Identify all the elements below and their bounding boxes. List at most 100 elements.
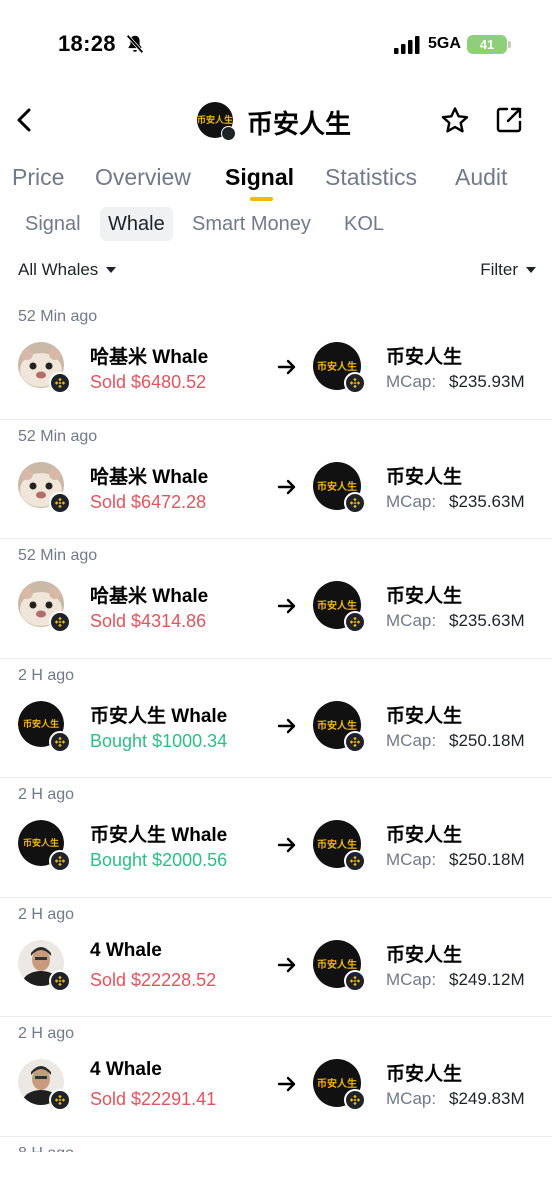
whale-name: 币安人生 Whale (90, 825, 228, 846)
avatar-logo-text: 币安人生 (22, 718, 59, 729)
trade-info: Sold $4314.86 (90, 611, 206, 632)
subtab-kol[interactable]: KOL (344, 207, 384, 241)
subtab-whale[interactable]: Whale (100, 207, 173, 241)
target-token-name: 币安人生 (386, 825, 463, 846)
target-logo-text: 币安人生 (317, 720, 357, 732)
bnb-chain-icon (49, 372, 71, 394)
signal-time: 2 H ago (18, 1025, 75, 1042)
signal-row[interactable]: 2 H ago 4 Whale Sold $22228.52 币安人生 币安人生 MCap… (0, 898, 552, 1017)
bell-muted-icon (126, 34, 144, 54)
logo-text: 币安人生 (197, 115, 234, 125)
mcap-value: $250.18M (449, 850, 525, 869)
mcap-label: MCap: (386, 1089, 437, 1108)
arrow-right-icon (276, 954, 298, 976)
trade-amount: $22228.52 (131, 969, 217, 990)
signal-time: 52 Min ago (18, 308, 98, 325)
mcap-label: MCap: (386, 850, 437, 869)
signal-row[interactable]: 2 H ago 4 Whale Sold $22291.41 币安人生 币安人生 MCap… (0, 1017, 552, 1137)
signal-row[interactable]: 52 Min ago 哈基米 Whale Sold $6480.52 币安人生 币安人生… (0, 300, 552, 420)
bnb-chain-icon (344, 969, 366, 992)
trade-amount: $1000.34 (152, 730, 228, 751)
signal-time: 2 H ago (18, 905, 75, 923)
bnb-chain-icon (344, 491, 366, 514)
trade-info: Bought $1000.34 (90, 731, 227, 752)
tab-statistics[interactable]: Statistics (325, 164, 417, 191)
target-token-name: 币安人生 (386, 1064, 463, 1085)
trade-action: Sold (90, 491, 127, 512)
arrow-right-icon (276, 595, 298, 617)
trade-info: Sold $6480.52 (90, 372, 206, 393)
bnb-chain-icon (344, 730, 366, 753)
sub-tabs: Signal Whale Smart Money KOL (0, 205, 552, 245)
signal-row[interactable]: 52 Min ago 哈基米 Whale Sold $6472.28 币安人生 币安人生… (0, 420, 552, 539)
mcap-value: $235.63M (449, 491, 525, 511)
trade-action: Sold (90, 1089, 127, 1109)
whale-name: 哈基米 Whale (90, 466, 209, 488)
signal-row[interactable]: 52 Min ago 哈基米 Whale Sold $4314.86 币安人生 币安人生… (0, 539, 552, 659)
target-logo-text: 币安人生 (317, 959, 357, 971)
mcap-value: $250.18M (449, 730, 525, 750)
target-token-name: 币安人生 (386, 466, 463, 488)
trade-action: Sold (90, 969, 127, 990)
subtab-signal[interactable]: Signal (25, 207, 81, 241)
bnb-chain-icon (344, 372, 366, 394)
signal-row[interactable]: 2 H ago 币安人生 币安人生 Whale Bought $2000.56 币安人生… (0, 778, 552, 898)
tab-signal[interactable]: Signal (225, 164, 294, 191)
mcap-value: $235.63M (449, 611, 525, 630)
page-title: 币安人生 (247, 109, 352, 139)
whale-name: 哈基米 Whale (90, 586, 209, 607)
whale-name: 4 Whale (90, 939, 162, 961)
active-tab-indicator (250, 197, 273, 201)
signal-time: 52 Min ago (18, 547, 98, 564)
target-logo-text: 币安人生 (317, 840, 357, 851)
trade-action: Bought (90, 850, 148, 870)
arrow-right-icon (276, 715, 298, 737)
back-icon[interactable] (14, 106, 36, 134)
target-logo-text: 币安人生 (317, 601, 357, 612)
status-time: 18:28 (58, 31, 116, 56)
star-icon[interactable] (439, 105, 471, 137)
all-whales-dropdown[interactable]: All Whales (18, 260, 117, 280)
whale-name: 币安人生 Whale (90, 705, 228, 727)
trade-amount: $22291.41 (131, 1089, 217, 1109)
bnb-chain-icon (344, 611, 366, 633)
mcap-label: MCap: (386, 611, 437, 630)
bnb-chain-icon (49, 850, 71, 872)
target-token-name: 币安人生 (386, 586, 463, 607)
mcap-value: $249.12M (449, 969, 525, 989)
signal-time: 52 Min ago (18, 427, 98, 445)
bnb-chain-icon (49, 1089, 71, 1111)
whale-name: 4 Whale (90, 1059, 162, 1080)
mcap-label: MCap: (386, 730, 437, 750)
tab-overview[interactable]: Overview (95, 164, 191, 191)
signal-row[interactable]: 2 H ago 币安人生 币安人生 Whale Bought $1000.34 币安人生… (0, 659, 552, 778)
trade-amount: $4314.86 (131, 611, 207, 631)
target-token-name: 币安人生 (386, 944, 463, 966)
signal-bars-icon (394, 36, 420, 54)
signal-row-partial[interactable]: 8 H ago (0, 1137, 552, 1153)
tab-audit[interactable]: Audit (455, 164, 507, 191)
signal-time: 8 H ago (18, 1145, 74, 1153)
target-logo-text: 币安人生 (317, 481, 357, 493)
tab-price[interactable]: Price (12, 164, 64, 191)
whale-name: 哈基米 Whale (90, 347, 209, 368)
mcap-value: $235.93M (449, 372, 525, 391)
caret-down-icon (106, 267, 117, 273)
signal-time: 2 H ago (18, 666, 75, 684)
trade-info: Sold $22228.52 (90, 970, 216, 991)
share-icon[interactable] (494, 105, 524, 135)
chain-badge-icon (221, 126, 236, 141)
bnb-chain-icon (49, 491, 71, 514)
battery-nub (508, 41, 511, 48)
trade-amount: $6472.28 (131, 491, 207, 512)
filter-label: Filter (480, 260, 518, 279)
filter-bar: All Whales Filter (0, 256, 552, 286)
mcap-label: MCap: (386, 491, 437, 511)
signal-time: 2 H ago (18, 786, 75, 803)
target-token-name: 币安人生 (386, 347, 463, 368)
target-token-name: 币安人生 (386, 705, 463, 727)
subtab-smart-money[interactable]: Smart Money (192, 207, 311, 241)
battery-level: 41 (479, 37, 495, 52)
bnb-chain-icon (344, 850, 366, 872)
filter-dropdown[interactable]: Filter (480, 260, 536, 280)
